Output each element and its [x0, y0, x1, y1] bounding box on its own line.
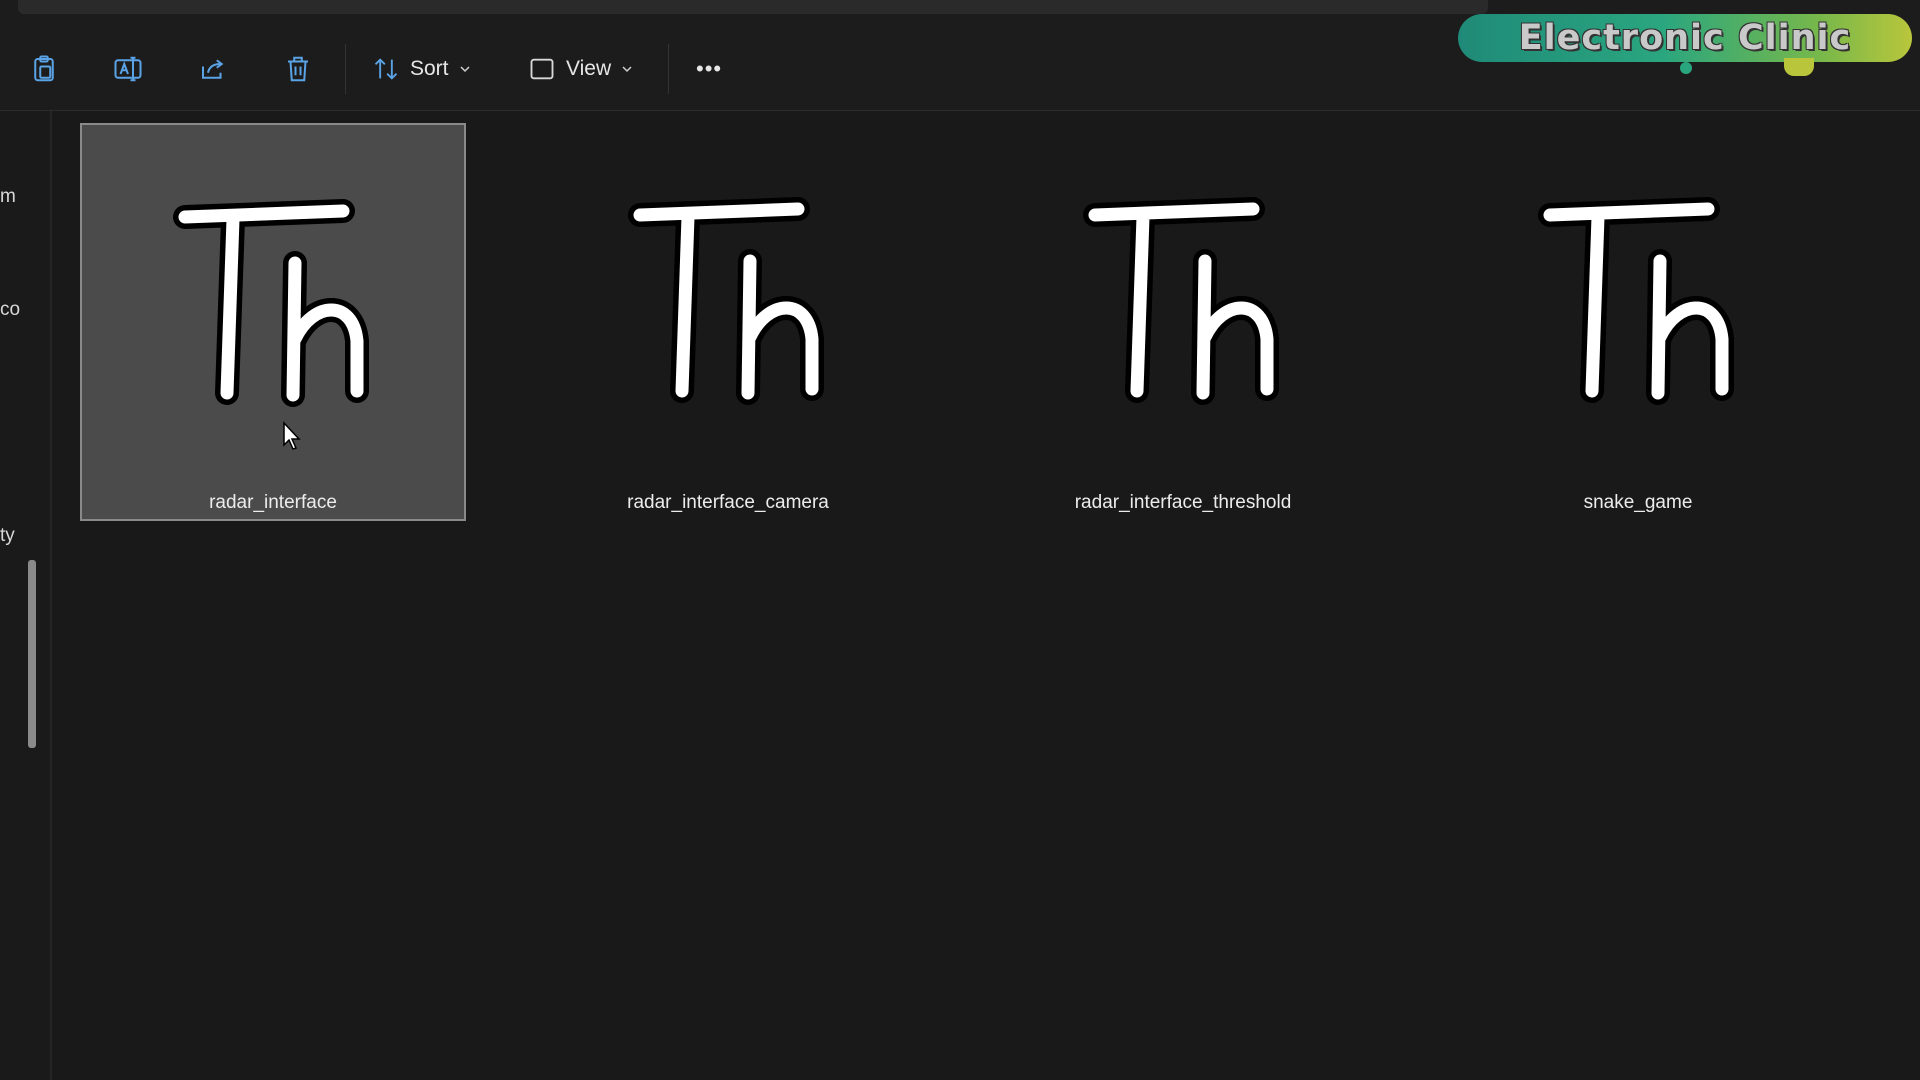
nav-item-fragment[interactable]: co: [0, 299, 20, 321]
file-item[interactable]: snake_game: [1445, 123, 1831, 521]
file-list: radar_interface radar_interface_camera r…: [52, 111, 1920, 1080]
file-item[interactable]: radar_interface_camera: [535, 123, 921, 521]
chevron-down-icon: [622, 66, 632, 73]
file-name: radar_interface_camera: [627, 492, 829, 513]
text-file-icon: [628, 197, 824, 405]
watermark-decoration: [1680, 62, 1692, 74]
watermark-text: Electronic Clinic: [1518, 18, 1852, 58]
nav-item-fragment[interactable]: ty: [0, 525, 15, 547]
watermark-decoration: [1784, 58, 1814, 76]
mouse-cursor-icon: [283, 421, 301, 450]
delete-icon[interactable]: [274, 45, 322, 93]
chevron-down-icon: [459, 66, 470, 73]
nav-scrollbar[interactable]: [28, 560, 36, 748]
file-name: radar_interface_threshold: [1074, 492, 1292, 513]
text-file-icon: [1083, 197, 1279, 405]
text-file-icon: [1538, 197, 1734, 405]
navigation-pane: m co ty: [0, 111, 52, 1080]
nav-item-fragment[interactable]: m: [0, 186, 16, 208]
share-icon[interactable]: [189, 45, 237, 93]
toolbar-separator: [345, 44, 346, 94]
file-item[interactable]: radar_interface: [80, 123, 466, 521]
sort-icon: [374, 58, 398, 80]
address-bar-edge[interactable]: [18, 0, 1488, 14]
more-options-button[interactable]: •••: [696, 45, 722, 93]
view-label: View: [566, 57, 612, 80]
view-icon: [530, 58, 554, 80]
paste-icon[interactable]: [20, 45, 68, 93]
file-name: radar_interface: [209, 492, 337, 513]
text-file-icon: [173, 199, 369, 407]
file-item[interactable]: radar_interface_threshold: [990, 123, 1376, 521]
sort-label: Sort: [410, 57, 449, 80]
sort-button[interactable]: Sort: [372, 45, 471, 93]
watermark-logo: Electronic Clinic: [1458, 14, 1912, 62]
file-name: snake_game: [1583, 492, 1693, 513]
toolbar-separator: [668, 44, 669, 94]
rename-icon[interactable]: [104, 45, 152, 93]
view-button[interactable]: View: [528, 45, 633, 93]
more-icon: •••: [696, 56, 723, 81]
